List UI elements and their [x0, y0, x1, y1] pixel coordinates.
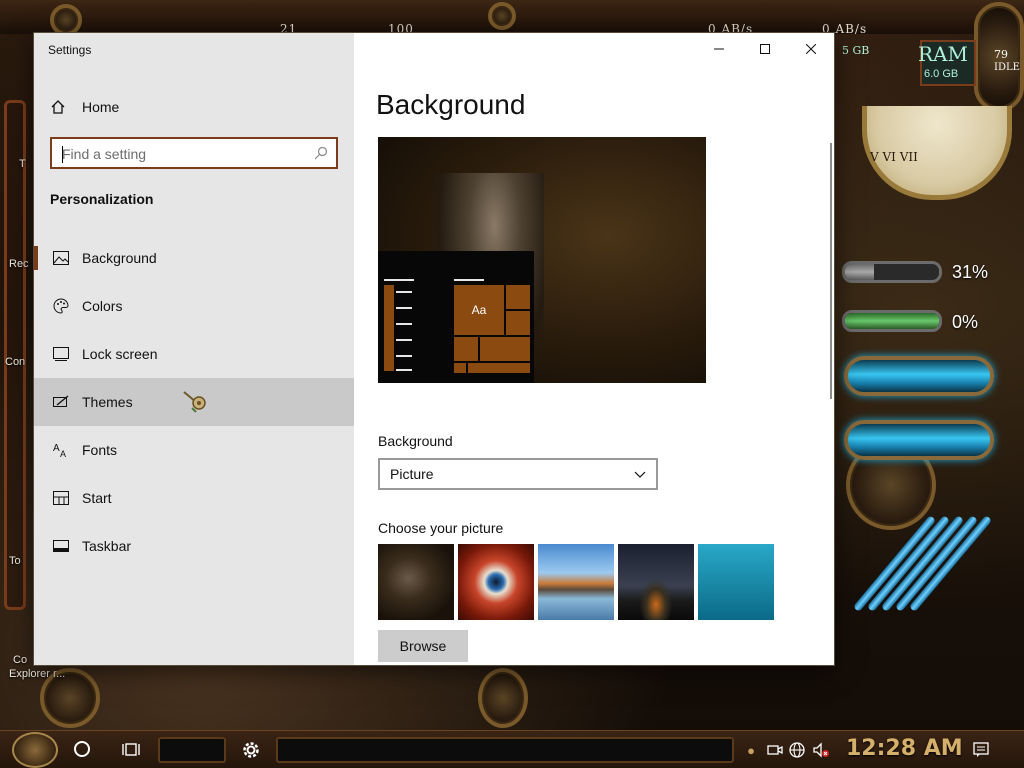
- clock-numerals: V VI VII: [870, 150, 918, 164]
- find-setting-search[interactable]: [50, 137, 338, 169]
- left-pipe-decoration: [4, 100, 26, 610]
- nav-item-label: Start: [82, 490, 112, 506]
- background-label: Background: [378, 433, 453, 449]
- nav-item-label: Background: [82, 250, 157, 266]
- active-indicator: [34, 246, 38, 270]
- cpu-meter-value: 31%: [952, 262, 989, 282]
- section-title: Personalization: [50, 191, 154, 207]
- tube-gauge-2: [844, 420, 994, 460]
- picture-thumbnail-beach[interactable]: [538, 544, 614, 620]
- nav-item-fonts[interactable]: AA Fonts: [34, 426, 354, 474]
- search-input[interactable]: [62, 145, 302, 163]
- desktop-icon-label[interactable]: To: [9, 555, 21, 567]
- disk-meter-value: 0%: [952, 312, 979, 332]
- camera-icon[interactable]: [766, 741, 784, 759]
- taskbar-clock[interactable]: 12:28 AM: [846, 736, 963, 761]
- preview-start-menu: Aa: [378, 251, 534, 383]
- ram-label: RAM: [918, 42, 968, 66]
- picture-thumbnail-steampunk[interactable]: [378, 544, 454, 620]
- volume-muted-icon[interactable]: [812, 741, 830, 759]
- svg-text:A: A: [60, 449, 66, 458]
- nav-item-themes[interactable]: Themes: [34, 378, 354, 426]
- start-icon: [52, 489, 70, 507]
- ram-side-value: 5 GB: [842, 44, 870, 57]
- content-scrollbar[interactable]: [830, 143, 832, 399]
- idle-label: IDLE: [994, 62, 1020, 73]
- window-controls: [696, 33, 834, 65]
- taskbar-slot: [158, 737, 226, 763]
- chevron-down-icon: [634, 471, 646, 478]
- nav-item-start[interactable]: Start: [34, 474, 354, 522]
- hand-decoration-icon: [478, 668, 528, 728]
- nav-item-taskbar[interactable]: Taskbar: [34, 522, 354, 570]
- picture-thumbnails: [378, 544, 774, 620]
- nav-item-lock-screen[interactable]: Lock screen: [34, 330, 354, 378]
- desktop-icon-label[interactable]: Con: [5, 356, 25, 368]
- search-icon[interactable]: [314, 146, 328, 160]
- choose-picture-label: Choose your picture: [378, 520, 504, 536]
- desktop-icon-label[interactable]: Co: [13, 654, 27, 666]
- nav-item-label: Taskbar: [82, 538, 132, 554]
- cpu-meter: [842, 261, 942, 283]
- desktop-icon-label[interactable]: Rec: [9, 258, 29, 270]
- tube-gauge-1: [844, 356, 994, 396]
- browse-button[interactable]: Browse: [378, 630, 468, 662]
- idle-value: 79: [994, 48, 1008, 61]
- home-icon: [51, 100, 65, 114]
- nav-item-colors[interactable]: Colors: [34, 282, 354, 330]
- task-view-icon[interactable]: [122, 741, 140, 759]
- palette-icon: [52, 297, 70, 315]
- maximize-button[interactable]: [742, 33, 788, 65]
- tray-dot-icon[interactable]: ●: [742, 741, 760, 759]
- nav-item-label: Themes: [82, 394, 133, 410]
- disk-meter: [842, 310, 942, 332]
- settings-content-pane: Background Aa Background Picture Choose …: [354, 33, 834, 665]
- home-link[interactable]: Home: [50, 95, 119, 119]
- rods-decoration: [852, 515, 1000, 625]
- nav-item-background[interactable]: Background: [34, 234, 354, 282]
- ram-value: 6.0 GB: [924, 68, 959, 80]
- svg-text:A: A: [53, 443, 60, 454]
- desktop-icon-label[interactable]: Explorer r...: [9, 668, 65, 680]
- close-icon: [806, 44, 816, 54]
- preview-tile: Aa: [454, 285, 504, 335]
- lock-screen-icon: [52, 345, 70, 363]
- taskbar-icon: [52, 537, 70, 555]
- settings-nav-pane: Settings Home Personalization Background: [34, 33, 354, 665]
- themes-icon: [52, 393, 70, 411]
- background-preview: Aa: [378, 137, 706, 383]
- settings-gear-icon[interactable]: [240, 739, 262, 761]
- fonts-icon: AA: [52, 441, 70, 459]
- disk-meter-fill: [845, 313, 939, 329]
- home-label: Home: [82, 99, 120, 115]
- start-button[interactable]: [12, 732, 58, 768]
- picture-thumbnail-eye[interactable]: [458, 544, 534, 620]
- background-type-value: Picture: [390, 466, 434, 482]
- image-icon: [52, 249, 70, 267]
- steampunk-cursor-icon: [183, 391, 206, 413]
- gear-decoration-icon: [50, 4, 82, 36]
- gear-decoration-icon: [488, 2, 516, 30]
- picture-thumbnail-night-sky[interactable]: [618, 544, 694, 620]
- globe-icon[interactable]: [788, 741, 806, 759]
- desktop-icon-label[interactable]: T: [19, 158, 26, 170]
- cpu-meter-fill: [845, 264, 875, 280]
- window-title: Settings: [48, 43, 92, 57]
- minimize-button[interactable]: [696, 33, 742, 65]
- background-type-dropdown[interactable]: Picture: [378, 458, 658, 490]
- nav-item-label: Fonts: [82, 442, 118, 458]
- notifications-icon[interactable]: [972, 741, 990, 759]
- taskbar: ● 12:28 AM: [0, 730, 1024, 768]
- picture-thumbnail-underwater[interactable]: [698, 544, 774, 620]
- nav-item-label: Lock screen: [82, 346, 158, 362]
- close-button[interactable]: [788, 33, 834, 65]
- search-circle-icon[interactable]: [74, 741, 90, 757]
- nav-item-label: Colors: [82, 298, 123, 314]
- taskbar-slot: [276, 737, 734, 763]
- settings-window: Settings Home Personalization Background: [34, 33, 834, 665]
- maximize-icon: [760, 44, 770, 54]
- page-title: Background: [376, 89, 526, 120]
- minimize-icon: [714, 48, 724, 50]
